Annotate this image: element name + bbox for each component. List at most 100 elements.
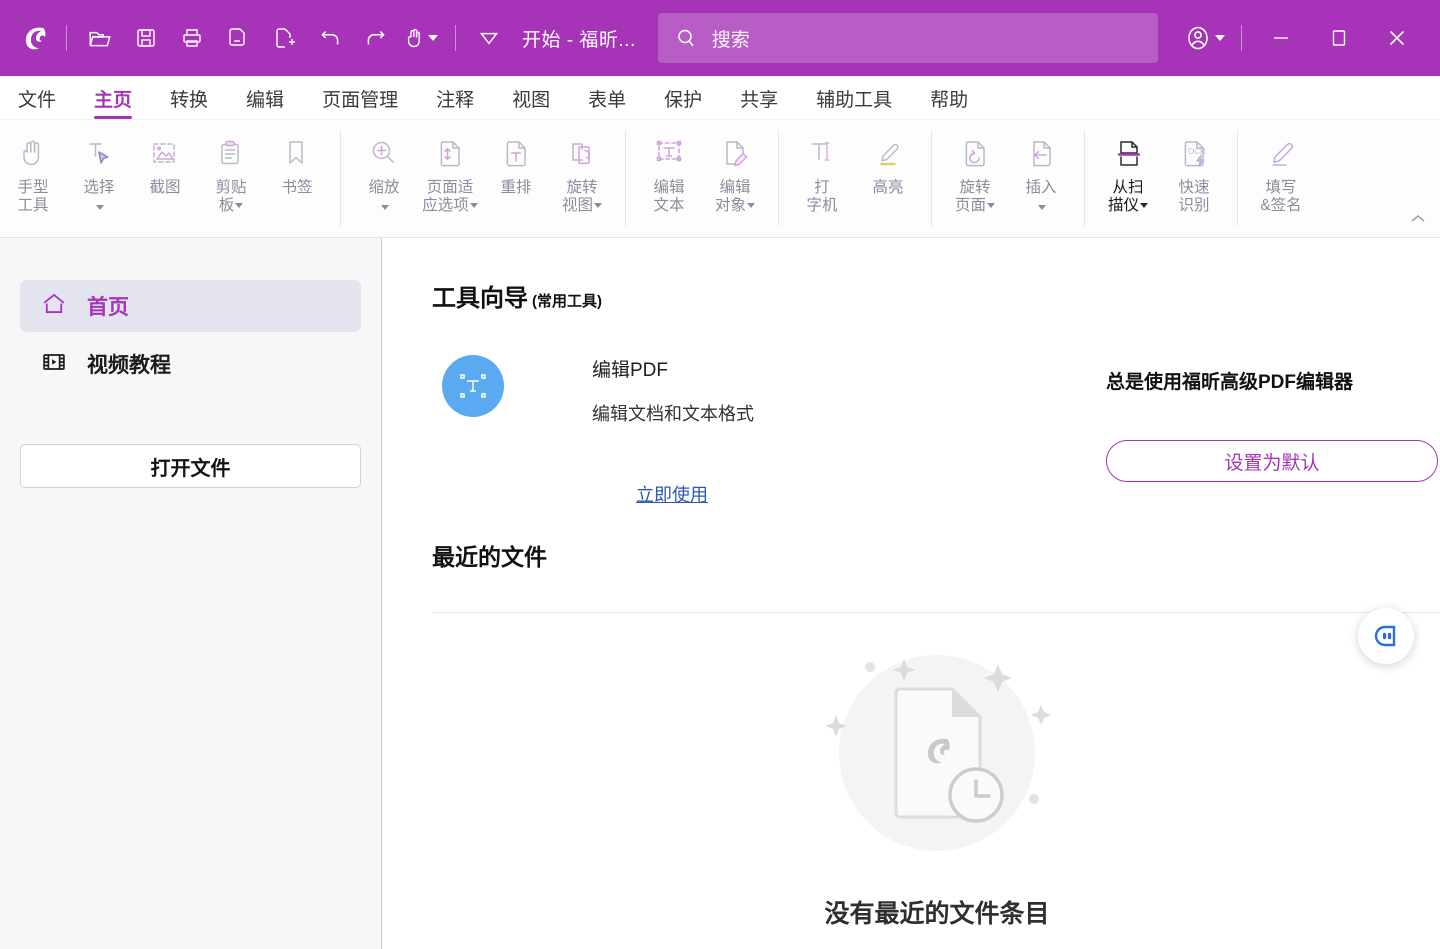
- ribbon-label-line1: 剪贴: [215, 179, 247, 196]
- menu-item-8[interactable]: 保护: [664, 85, 702, 119]
- titlebar-divider-1: [66, 25, 67, 51]
- ribbon-button-hand-tool[interactable]: 手型 工具: [0, 126, 66, 226]
- account-icon[interactable]: [1177, 23, 1231, 53]
- menu-item-11[interactable]: 帮助: [930, 85, 968, 119]
- from-scanner-icon: [1109, 132, 1147, 176]
- ribbon-button-highlight[interactable]: 高亮: [855, 126, 921, 226]
- ribbon-label-line2: 文本: [653, 197, 685, 214]
- ribbon-label-line1: 高亮: [872, 179, 904, 196]
- maximize-button[interactable]: [1310, 12, 1368, 64]
- edit-object-icon: [716, 132, 754, 176]
- chevron-down-icon[interactable]: [747, 203, 755, 209]
- set-as-default-button[interactable]: 设置为默认: [1106, 440, 1438, 482]
- redo-icon[interactable]: [353, 15, 399, 61]
- ribbon-group-1: 缩放 页面适 应选项 重排 旋转 视图: [351, 126, 615, 234]
- chevron-down-icon[interactable]: [594, 203, 602, 209]
- print-icon[interactable]: [169, 15, 215, 61]
- ribbon-caret-row[interactable]: [380, 198, 389, 216]
- menu-item-7[interactable]: 表单: [588, 85, 626, 119]
- ribbon-button-zoom-in[interactable]: 缩放: [351, 126, 417, 226]
- promo-text: 总是使用福昕高级PDF编辑器: [1106, 372, 1354, 393]
- ribbon-label-line1: 重排: [500, 179, 532, 196]
- tool-guide-title: 工具向导: [432, 285, 528, 312]
- chevron-down-icon[interactable]: [1037, 204, 1046, 210]
- recent-file-empty-icon: [812, 631, 1062, 886]
- rotate-view-icon: [563, 132, 601, 176]
- menu-item-1[interactable]: 主页: [94, 85, 133, 119]
- ribbon-label-line2: &签名: [1260, 197, 1302, 214]
- search-placeholder: 搜索: [711, 29, 750, 51]
- open-file-button[interactable]: 打开文件: [20, 444, 361, 488]
- main-content: 工具向导 (常用工具) 编辑PDF 编辑文档和文本格式 立即使用 总是使用福昕高…: [382, 238, 1440, 949]
- ribbon-button-edit-object[interactable]: 编辑 对象: [702, 126, 768, 226]
- ribbon-button-typewriter[interactable]: 打字机: [789, 126, 855, 226]
- save-as-icon[interactable]: [215, 15, 261, 61]
- chevron-down-icon[interactable]: [235, 203, 244, 209]
- typewriter-icon: [803, 132, 841, 176]
- chevron-down-icon[interactable]: [95, 204, 104, 210]
- undo-icon[interactable]: [307, 15, 353, 61]
- ribbon-button-from-scanner[interactable]: 从扫 描仪: [1095, 126, 1161, 226]
- edit-pdf-icon[interactable]: [442, 355, 504, 417]
- ribbon-label-line1: 插入: [1025, 179, 1057, 196]
- ribbon-button-fit-page[interactable]: 页面适 应选项: [417, 126, 483, 226]
- ribbon-caret-row[interactable]: [1037, 198, 1046, 216]
- close-button[interactable]: [1368, 12, 1426, 64]
- sidebar-item-video-tutorial-label: 视频教程: [87, 354, 171, 377]
- ribbon-button-reflow[interactable]: 重排: [483, 126, 549, 226]
- ribbon-caret-row[interactable]: [95, 198, 104, 216]
- ribbon-button-select-text[interactable]: 选择: [66, 126, 132, 226]
- tool-description: 编辑文档和文本格式: [592, 404, 754, 424]
- snapshot-icon: [146, 132, 184, 176]
- ribbon-label-line1: 缩放: [368, 179, 400, 196]
- ribbon-label-line1: 编辑: [719, 179, 751, 196]
- ribbon-button-rotate-page[interactable]: 旋转 页面: [942, 126, 1008, 226]
- sidebar-item-home-label: 首页: [87, 296, 129, 319]
- ribbon-button-insert-page[interactable]: 插入: [1008, 126, 1074, 226]
- menu-item-5[interactable]: 注释: [436, 85, 474, 119]
- chevron-down-icon[interactable]: [1140, 203, 1148, 209]
- menu-item-10[interactable]: 辅助工具: [816, 85, 892, 119]
- menu-item-2[interactable]: 转换: [170, 85, 208, 119]
- video-tutorial-icon: [40, 348, 68, 381]
- ribbon-label-line2: 识别: [1178, 197, 1210, 214]
- collapse-ribbon-button[interactable]: [1408, 212, 1428, 231]
- chevron-down-icon[interactable]: [469, 203, 478, 209]
- ribbon-label-line1: 页面适: [426, 179, 474, 196]
- save-icon[interactable]: [123, 15, 169, 61]
- ribbon-button-bookmark[interactable]: 书签: [264, 126, 330, 226]
- chat-assistant-icon[interactable]: [1358, 608, 1414, 664]
- sidebar-item-home[interactable]: 首页: [20, 280, 361, 332]
- search-input[interactable]: 搜索: [657, 13, 1158, 63]
- ribbon-button-edit-text[interactable]: 编辑 文本: [636, 126, 702, 226]
- minimize-button[interactable]: [1252, 12, 1310, 64]
- ribbon-button-ocr[interactable]: OCR 快速 识别: [1161, 126, 1227, 226]
- menu-item-0[interactable]: 文件: [18, 85, 56, 119]
- open-file-icon[interactable]: [77, 15, 123, 61]
- hand-tool-icon: [14, 132, 52, 176]
- sidebar-item-video-tutorial[interactable]: 视频教程: [20, 338, 361, 390]
- ribbon-label-line1: 编辑: [653, 179, 685, 196]
- ribbon-button-fill-sign[interactable]: 填写 &签名: [1248, 126, 1314, 226]
- menu-item-6[interactable]: 视图: [512, 85, 550, 119]
- hand-tool-caret-icon[interactable]: [428, 35, 438, 41]
- new-file-icon[interactable]: [261, 15, 307, 61]
- use-now-link[interactable]: 立即使用: [636, 481, 708, 507]
- chevron-down-icon[interactable]: [380, 204, 389, 210]
- chevron-down-icon[interactable]: [987, 203, 995, 209]
- hand-tool-icon[interactable]: [399, 15, 445, 61]
- menu-item-9[interactable]: 共享: [740, 85, 778, 119]
- menu-item-3[interactable]: 编辑: [246, 85, 284, 119]
- ribbon-button-snapshot[interactable]: 截图: [132, 126, 198, 226]
- account-caret-icon[interactable]: [1215, 35, 1225, 41]
- tool-guide-card: 编辑PDF 编辑文档和文本格式 立即使用 总是使用福昕高级PDF编辑器 设置为默…: [432, 355, 1440, 505]
- ribbon-label-line1: 选择: [83, 179, 115, 196]
- ribbon-label-line2: 板: [199, 196, 263, 216]
- ribbon-label-line2: 对象: [703, 196, 767, 216]
- menu-item-4[interactable]: 页面管理: [322, 85, 398, 119]
- ribbon-button-clipboard[interactable]: 剪贴板: [198, 126, 264, 226]
- ribbon-button-rotate-view[interactable]: 旋转 视图: [549, 126, 615, 226]
- ribbon-label-line1: 旋转: [959, 179, 991, 196]
- customize-toolbar-icon[interactable]: [466, 15, 512, 61]
- ribbon-label-line1: 从扫: [1112, 179, 1144, 196]
